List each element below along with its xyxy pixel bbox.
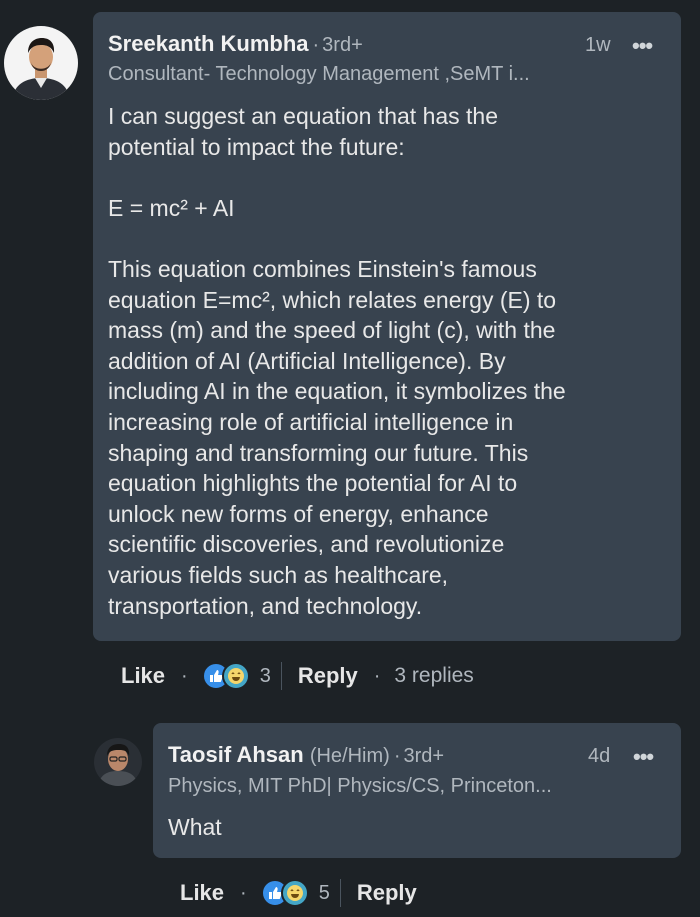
view-replies-link[interactable]: 3 replies [394,664,473,688]
reply-author-avatar[interactable] [94,738,142,786]
like-button[interactable]: Like [180,880,224,906]
separator-dot: · [312,34,320,56]
separator-dot: · [393,745,401,767]
reply-author-pronouns: (He/Him) [309,745,390,767]
reply-button[interactable]: Reply [357,880,417,906]
action-divider [280,662,282,690]
more-options-icon[interactable]: ••• [633,746,654,768]
reply-timestamp: 4d [588,745,611,767]
separator-dot: · [240,881,247,904]
separator-dot: · [373,664,381,687]
comment-author-line: Sreekanth Kumbha · 3rd+ [108,31,363,58]
laughing-face-icon [280,879,309,907]
reactions-summary[interactable] [260,879,309,907]
action-divider [339,879,341,907]
reaction-count[interactable]: 3 [260,665,271,688]
like-button[interactable]: Like [121,663,165,689]
connection-degree: 3rd+ [403,745,445,767]
comment-author-avatar[interactable] [4,26,78,100]
reply-button[interactable]: Reply [298,663,358,689]
comment-author-name[interactable]: Sreekanth Kumbha [108,31,309,56]
connection-degree: 3rd+ [322,34,363,56]
reply-author-line: Taosif Ahsan (He/Him) · 3rd+ [168,742,444,769]
comment-text: I can suggest an equation that has the p… [108,103,566,619]
reaction-count[interactable]: 5 [319,882,330,905]
reactions-summary[interactable] [201,662,250,690]
reply-bubble: Taosif Ahsan (He/Him) · 3rd+ 4d ••• Physic… [153,723,681,858]
more-options-icon[interactable]: ••• [632,35,653,57]
comment-author-headline: Consultant- Technology Management ,SeMT … [108,63,530,85]
reply-action-bar: Like · 5 Reply [180,878,417,908]
comment-timestamp: 1w [585,34,611,56]
reply-author-headline: Physics, MIT PhD| Physics/CS, Princeton.… [168,775,552,797]
comment-action-bar: Like · 3 Reply · 3 replies [121,661,474,691]
reply-author-name[interactable]: Taosif Ahsan [168,742,304,767]
reply-text: What [168,814,222,840]
comment-bubble: Sreekanth Kumbha · 3rd+ 1w ••• Consultant-… [93,12,681,641]
separator-dot: · [181,664,188,687]
laughing-face-icon [221,662,250,690]
